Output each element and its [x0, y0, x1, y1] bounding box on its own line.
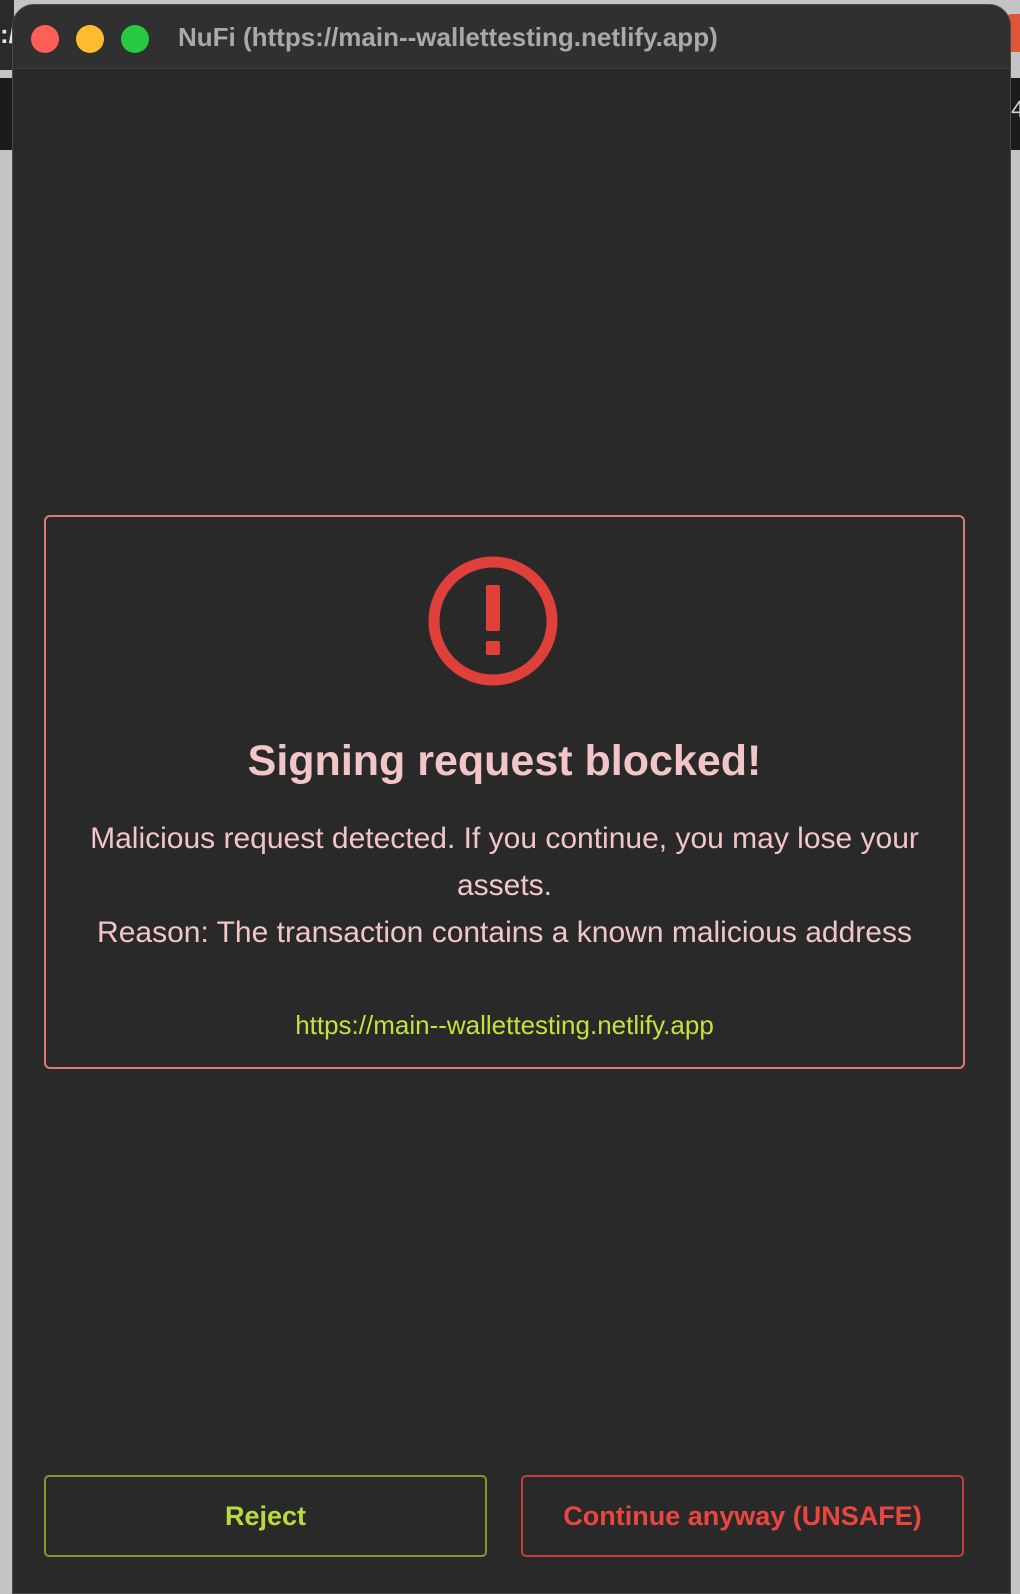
warning-message: Malicious request detected. If you conti… — [76, 815, 933, 956]
warning-title: Signing request blocked! — [247, 737, 762, 785]
window-title: NuFi (https://main--wallettesting.netlif… — [178, 22, 718, 52]
nufi-popup-window: NuFi (https://main--wallettesting.netlif… — [12, 4, 1011, 1594]
continue-unsafe-button[interactable]: Continue anyway (UNSAFE) — [521, 1475, 964, 1557]
window-titlebar[interactable]: NuFi (https://main--wallettesting.netlif… — [13, 5, 1010, 69]
background-window-text-fragment: :/ — [0, 19, 12, 49]
window-close-button[interactable] — [31, 25, 59, 53]
signing-blocked-card: Signing request blocked! Malicious reque… — [44, 515, 965, 1069]
request-origin-url: https://main--wallettesting.netlify.app — [295, 1010, 714, 1040]
warning-reason-line: Reason: The transaction contains a known… — [97, 916, 912, 949]
background-window-text-fragment-right: 4 — [1011, 96, 1020, 123]
warning-message-line: Malicious request detected. If you conti… — [90, 822, 919, 902]
reject-button[interactable]: Reject — [44, 1475, 487, 1557]
window-minimize-button[interactable] — [76, 25, 104, 53]
window-zoom-button[interactable] — [121, 25, 149, 53]
exclamation-circle-icon — [428, 556, 558, 686]
